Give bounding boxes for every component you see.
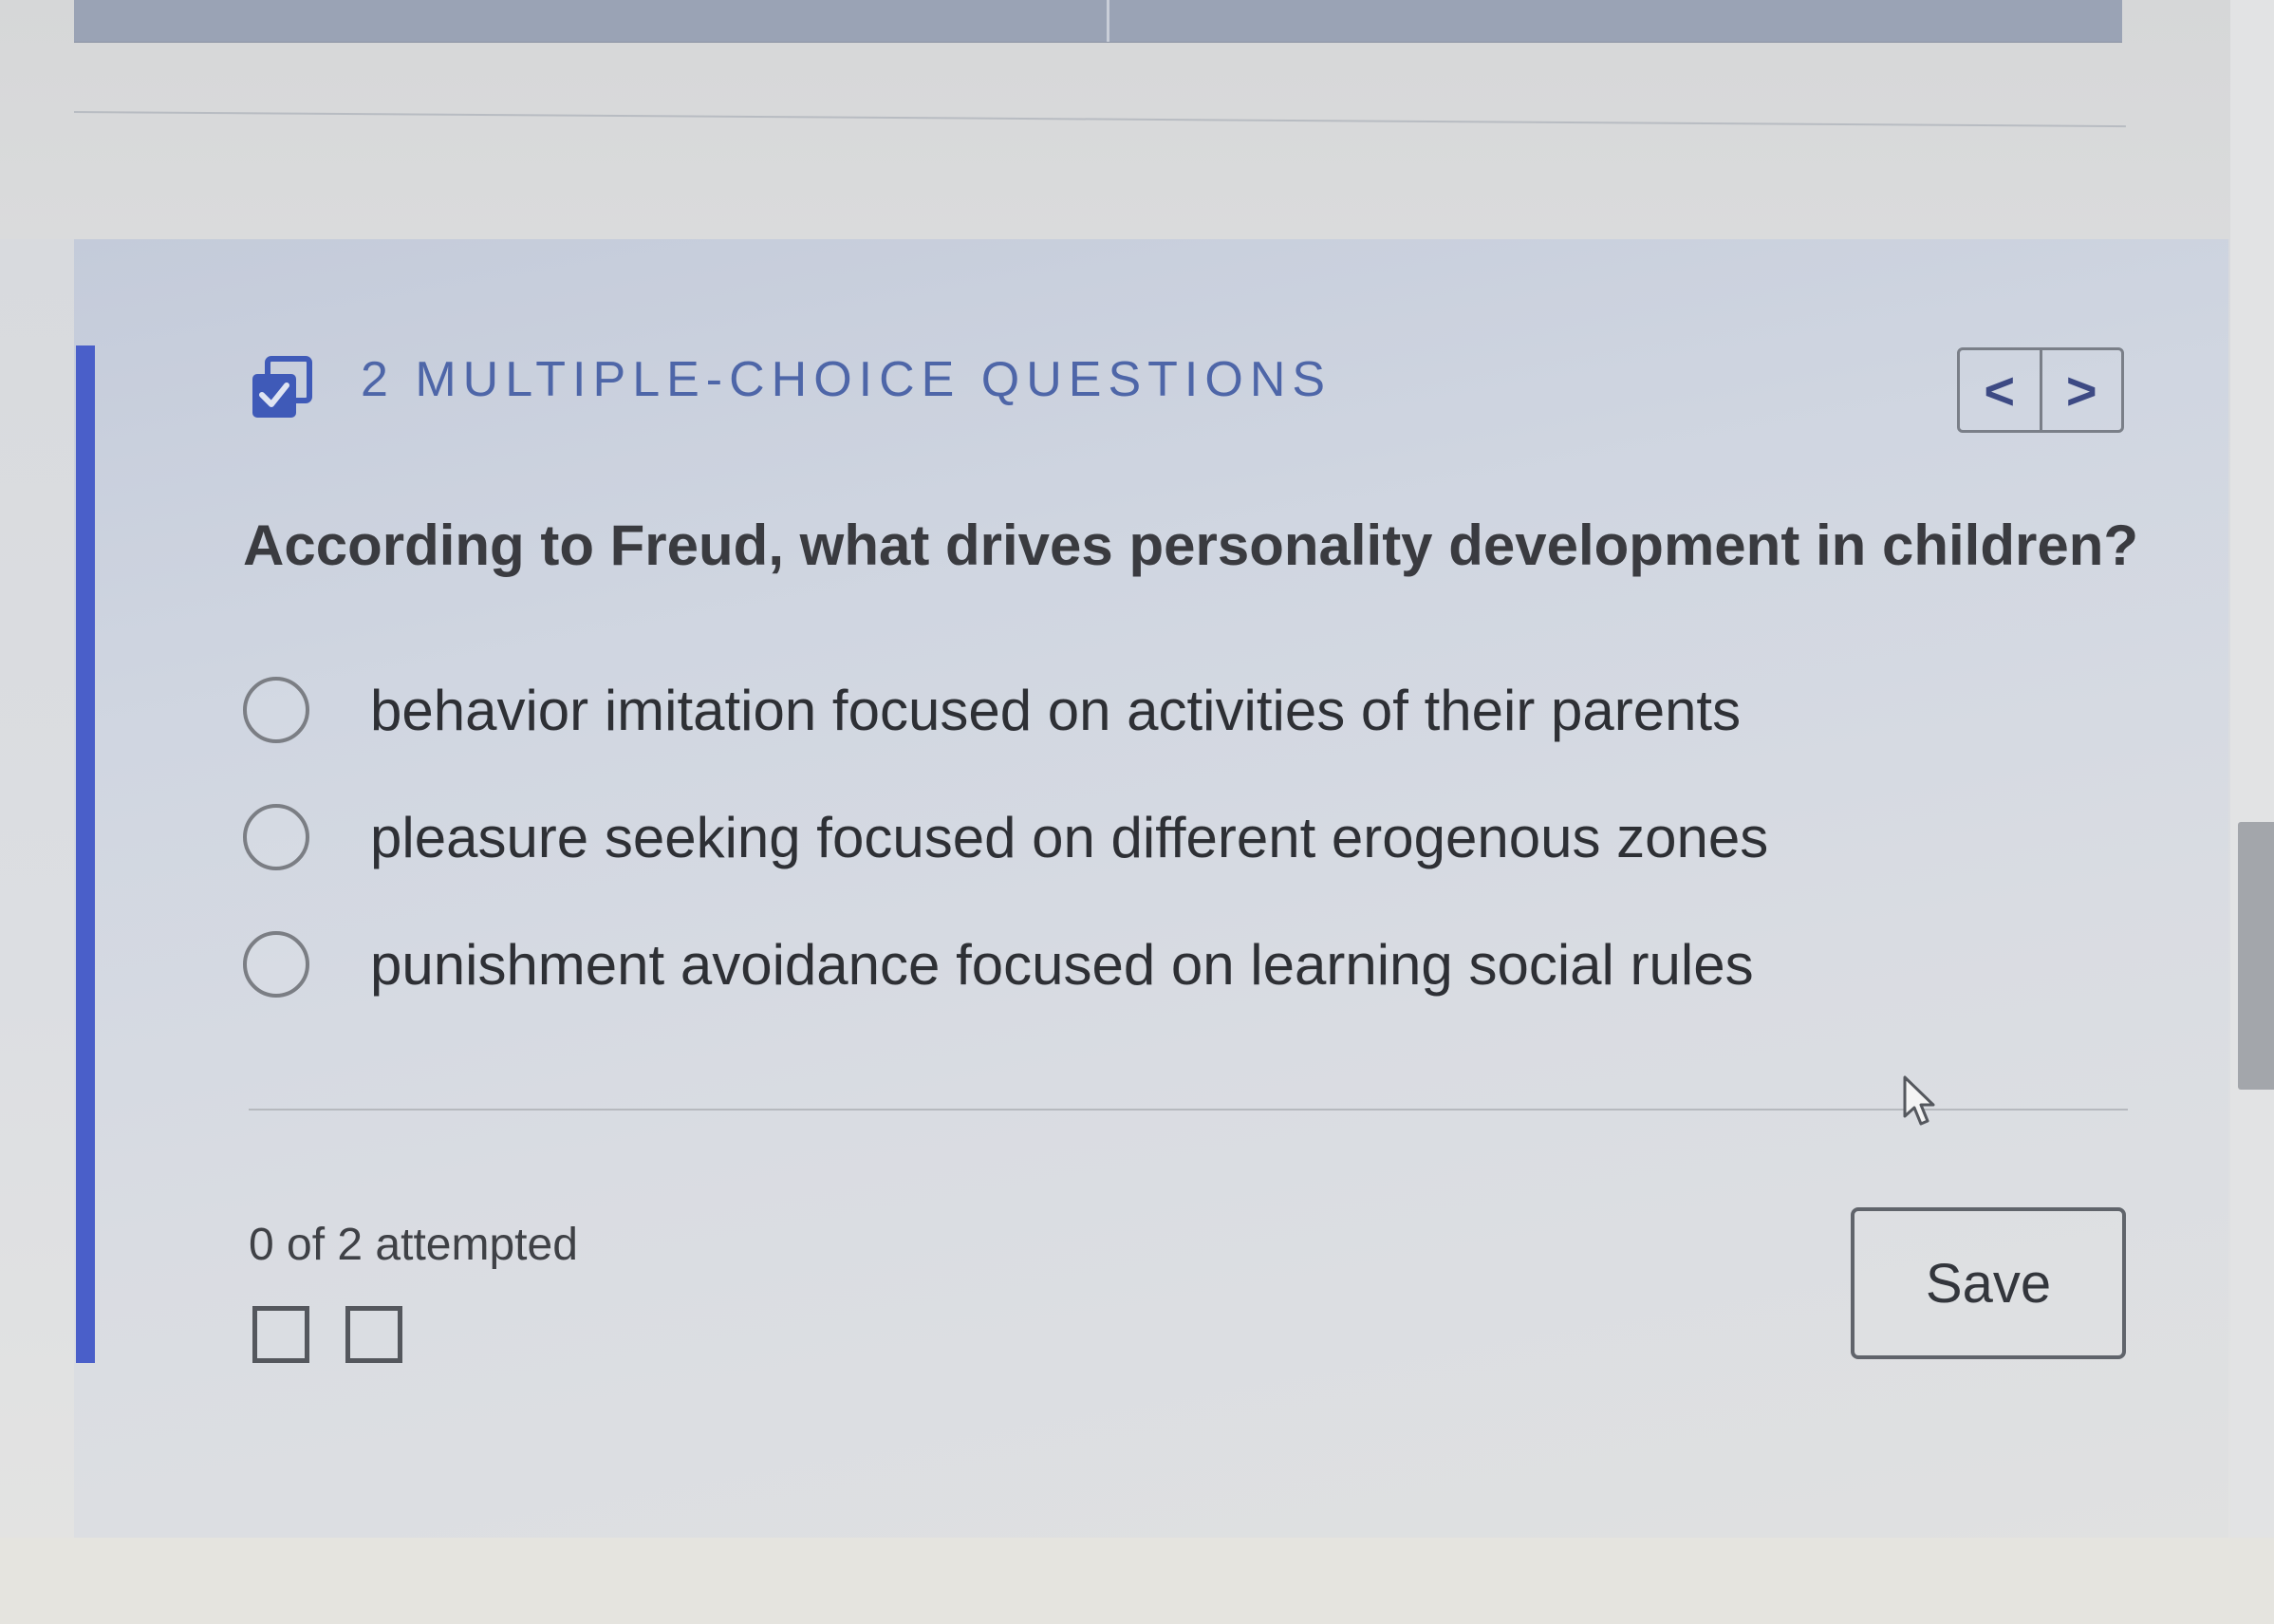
answer-option-label: pleasure seeking focused on different er… xyxy=(370,805,1769,869)
save-button[interactable]: Save xyxy=(1851,1207,2126,1359)
answer-option-label: punishment avoidance focused on learning… xyxy=(370,932,1754,997)
answer-option-1[interactable]: behavior imitation focused on activities… xyxy=(243,672,1741,748)
answer-option-label: behavior imitation focused on activities… xyxy=(370,678,1742,742)
scrollbar-track[interactable] xyxy=(2230,0,2274,1624)
radio-button[interactable] xyxy=(243,804,309,870)
multiple-choice-icon xyxy=(252,356,312,418)
attempted-status: 0 of 2 attempted xyxy=(249,1220,578,1270)
strip-divider xyxy=(1107,0,1109,42)
question-1-progress-box[interactable] xyxy=(252,1306,309,1363)
chevron-right-icon: > xyxy=(2065,360,2097,420)
active-question-accent-bar xyxy=(76,345,95,1363)
section-title: 2 MULTIPLE-CHOICE QUESTIONS xyxy=(361,352,1333,407)
answer-option-2[interactable]: pleasure seeking focused on different er… xyxy=(243,799,1768,875)
question-text: According to Freud, what drives personal… xyxy=(243,513,2138,577)
radio-button[interactable] xyxy=(243,677,309,743)
question-navigation: < > xyxy=(1957,347,2124,433)
previous-content-strip xyxy=(74,0,2122,43)
footer-divider xyxy=(249,1109,2128,1111)
scrollbar-thumb[interactable] xyxy=(2238,822,2274,1090)
radio-button[interactable] xyxy=(243,931,309,998)
page-bottom-area xyxy=(0,1538,2274,1624)
question-2-progress-box[interactable] xyxy=(345,1306,402,1363)
previous-question-button[interactable]: < xyxy=(1960,350,2040,430)
mouse-pointer-icon xyxy=(1903,1075,1935,1126)
answer-option-3[interactable]: punishment avoidance focused on learning… xyxy=(243,926,1754,1002)
chevron-left-icon: < xyxy=(1984,360,2016,420)
next-question-button[interactable]: > xyxy=(2039,350,2122,430)
